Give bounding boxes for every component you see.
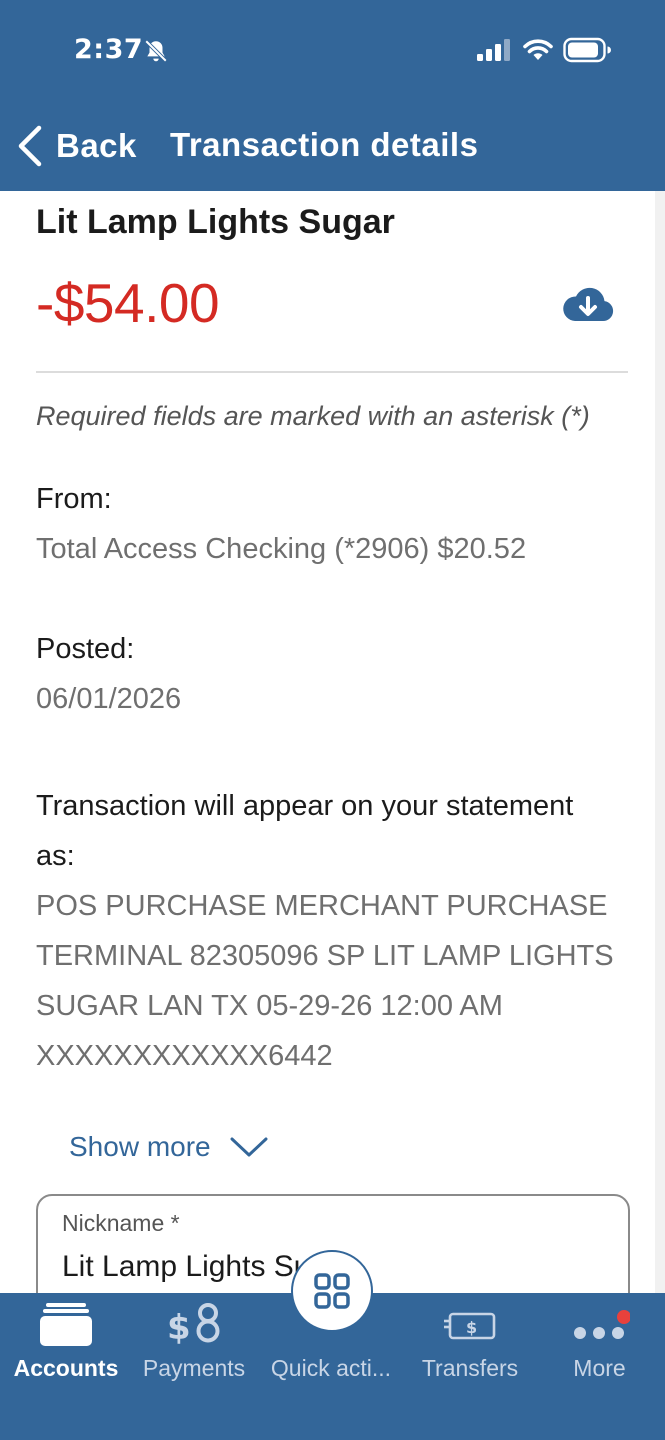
scrollbar[interactable] — [655, 191, 665, 1293]
svg-text:$: $ — [167, 1308, 191, 1347]
tab-accounts-label: Accounts — [13, 1355, 119, 1381]
back-button[interactable]: Back — [14, 122, 137, 170]
posted-date-value: 06/01/2026 — [36, 683, 182, 715]
statement-description: POS PURCHASE MERCHANT PURCHASE TERMINAL … — [36, 890, 614, 1072]
nickname-label: Nickname * — [62, 1210, 180, 1236]
wallet-icon — [40, 1303, 92, 1346]
svg-text:$: $ — [466, 1318, 477, 1337]
show-more-button[interactable]: Show more — [69, 1131, 269, 1163]
tab-more-label: More — [573, 1355, 626, 1381]
tab-payments[interactable]: $ Payments — [132, 1293, 256, 1403]
divider — [36, 371, 628, 373]
wifi-icon — [523, 39, 553, 60]
chevron-left-icon — [18, 125, 42, 167]
tab-accounts[interactable]: Accounts — [0, 1293, 132, 1403]
cash-icon: $ — [444, 1312, 496, 1340]
tab-payments-label: Payments — [142, 1355, 246, 1381]
tab-transfers-label: Transfers — [421, 1355, 519, 1381]
back-label: Back — [56, 127, 137, 164]
transaction-amount: -$54.00 — [36, 272, 220, 334]
grid-icon — [314, 1273, 350, 1309]
status-time: 2:37 — [74, 34, 144, 65]
merchant-name: Lit Lamp Lights Sugar — [36, 203, 395, 241]
from-account-value: Total Access Checking (*2906) $20.52 — [36, 533, 527, 565]
page-title: Transaction details — [170, 126, 479, 163]
quick-actions-fab[interactable] — [291, 1250, 373, 1332]
cloud-download-icon[interactable] — [561, 285, 615, 325]
signal-icon — [477, 39, 510, 61]
dollar-icon: $ — [167, 1303, 220, 1347]
dots-icon — [574, 1310, 630, 1339]
required-fields-note: Required fields are marked with an aster… — [36, 401, 590, 431]
transaction-details-content[interactable]: Lit Lamp Lights Sugar -$54.00 Required f… — [0, 191, 665, 1293]
from-label: From: — [36, 483, 112, 515]
statement-label: Transaction will appear on your statemen… — [36, 790, 574, 872]
battery-icon — [563, 37, 611, 63]
tab-transfers[interactable]: $ Transfers — [406, 1293, 534, 1403]
chevron-down-icon — [230, 1137, 268, 1157]
bell-muted-icon — [144, 39, 168, 63]
show-more-label: Show more — [69, 1131, 211, 1162]
navigation-bar: Back Transaction details — [0, 100, 665, 191]
tab-more[interactable]: More — [534, 1293, 665, 1403]
posted-label: Posted: — [36, 633, 135, 665]
status-bar: 2:37 — [0, 0, 665, 100]
tab-quick-actions-label: Quick acti... — [270, 1355, 392, 1381]
